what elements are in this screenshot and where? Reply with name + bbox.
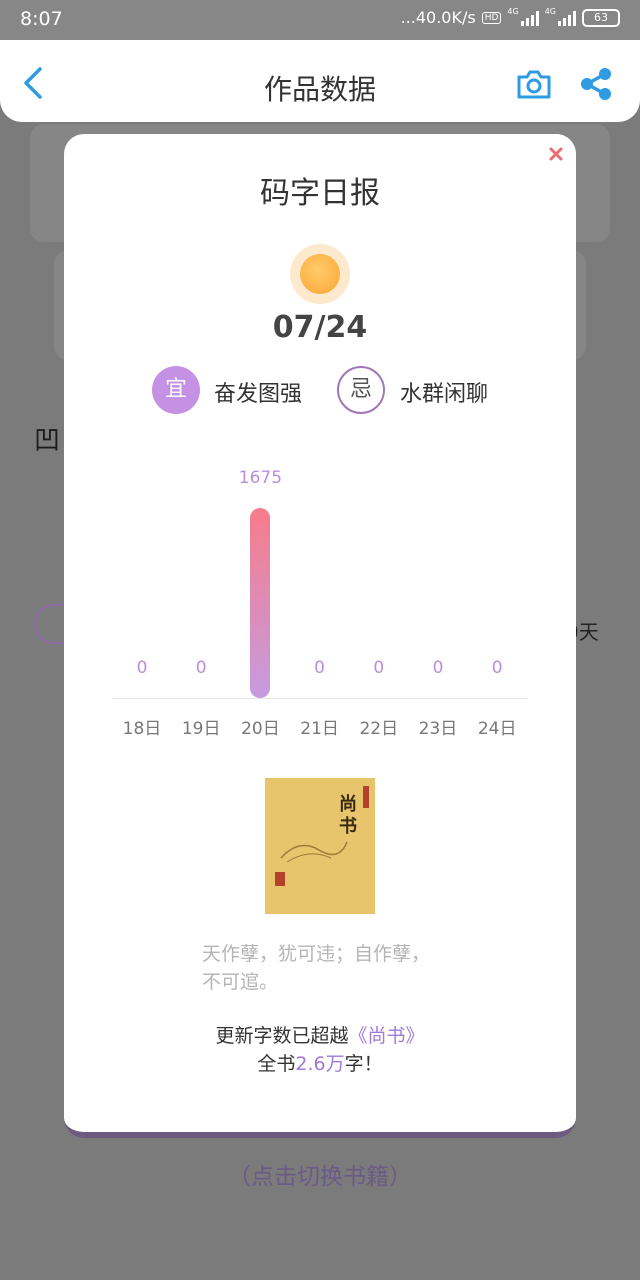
summary-word-count: 2.6万 [295,1053,345,1075]
book-cover-label-strip [363,786,369,808]
chart-day-label: 24日 [477,719,517,739]
chart-day-label: 20日 [241,719,280,739]
signal-2-label: 4G [544,7,556,16]
chart-value-label: 0 [136,658,148,678]
share-icon[interactable] [578,67,614,101]
yi-text: 奋发图强 [214,382,303,407]
quote-line-1: 天作孽，犹可违；自作孽， [202,943,431,965]
signal-1-label: 4G [507,7,519,16]
background-heading-fragment: 凹 [34,426,61,456]
status-time: 8:07 [20,8,63,30]
chart-baseline [112,698,528,699]
signal-2-icon [558,10,576,26]
chart-value-label: 0 [195,658,207,678]
switch-book-link[interactable]: （点击切换书籍） [0,1157,640,1191]
quote-line-2: 不可逭。 [202,971,279,993]
summary-prefix: 更新字数已超越 [215,1025,349,1047]
hd-icon: HD [481,11,502,24]
chart-value-label: 0 [491,658,503,678]
book-cover-seal [275,872,285,886]
status-bar: 8:07 ...40.0K/s HD 4G 4G 63 [0,0,640,40]
status-right-group: ...40.0K/s HD 4G 4G 63 [401,8,620,27]
book-quote: 天作孽，犹可违；自作孽， 不可逭。 [202,940,452,996]
modal-title: 码字日报 [260,176,380,211]
nav-bar: 作品数据 [0,40,640,122]
chart-value-label: 0 [432,658,444,678]
book-cover-illustration [280,841,348,863]
chart-value-label: 1675 [238,468,283,488]
chart-day-label: 23日 [418,719,458,739]
summary-text: 更新字数已超越《尚书》 全书2.6万字！ [64,1022,576,1078]
chart-day-label: 18日 [122,719,162,739]
chart-value-label: 0 [314,658,325,678]
chart-bar [250,508,271,698]
signal-1-icon [520,10,539,26]
ji-badge: 忌 [337,366,385,414]
summary-suffix: 字！ [344,1053,383,1075]
book-cover: 尚书 [265,778,375,914]
camera-icon[interactable] [516,68,552,100]
battery-icon: 63 [582,8,620,27]
close-button[interactable] [536,134,576,174]
chart-value-label: 0 [373,658,385,678]
ji-text: 水群闲聊 [400,382,489,407]
daily-report-modal: 码字日报 07/24 宜 奋发图强 忌 水群闲聊 0 18日 0 19日 1675 20日… [64,134,576,1138]
yi-badge: 宜 [152,366,200,414]
chart-day-label: 19日 [181,719,221,739]
network-speed: ...40.0K/s [400,8,476,27]
summary-mid: 全书 [257,1053,296,1075]
chart-day-label: 22日 [359,719,399,739]
daily-word-count-chart: 0 18日 0 19日 1675 20日 0 21日 0 22日 0 23日 0 24日 [108,458,532,742]
chart-day-label: 21日 [300,719,339,739]
summary-book-name: 《尚书》 [348,1025,425,1047]
close-icon [549,147,563,161]
sun-icon [290,244,350,304]
report-date: 07/24 [272,310,368,345]
